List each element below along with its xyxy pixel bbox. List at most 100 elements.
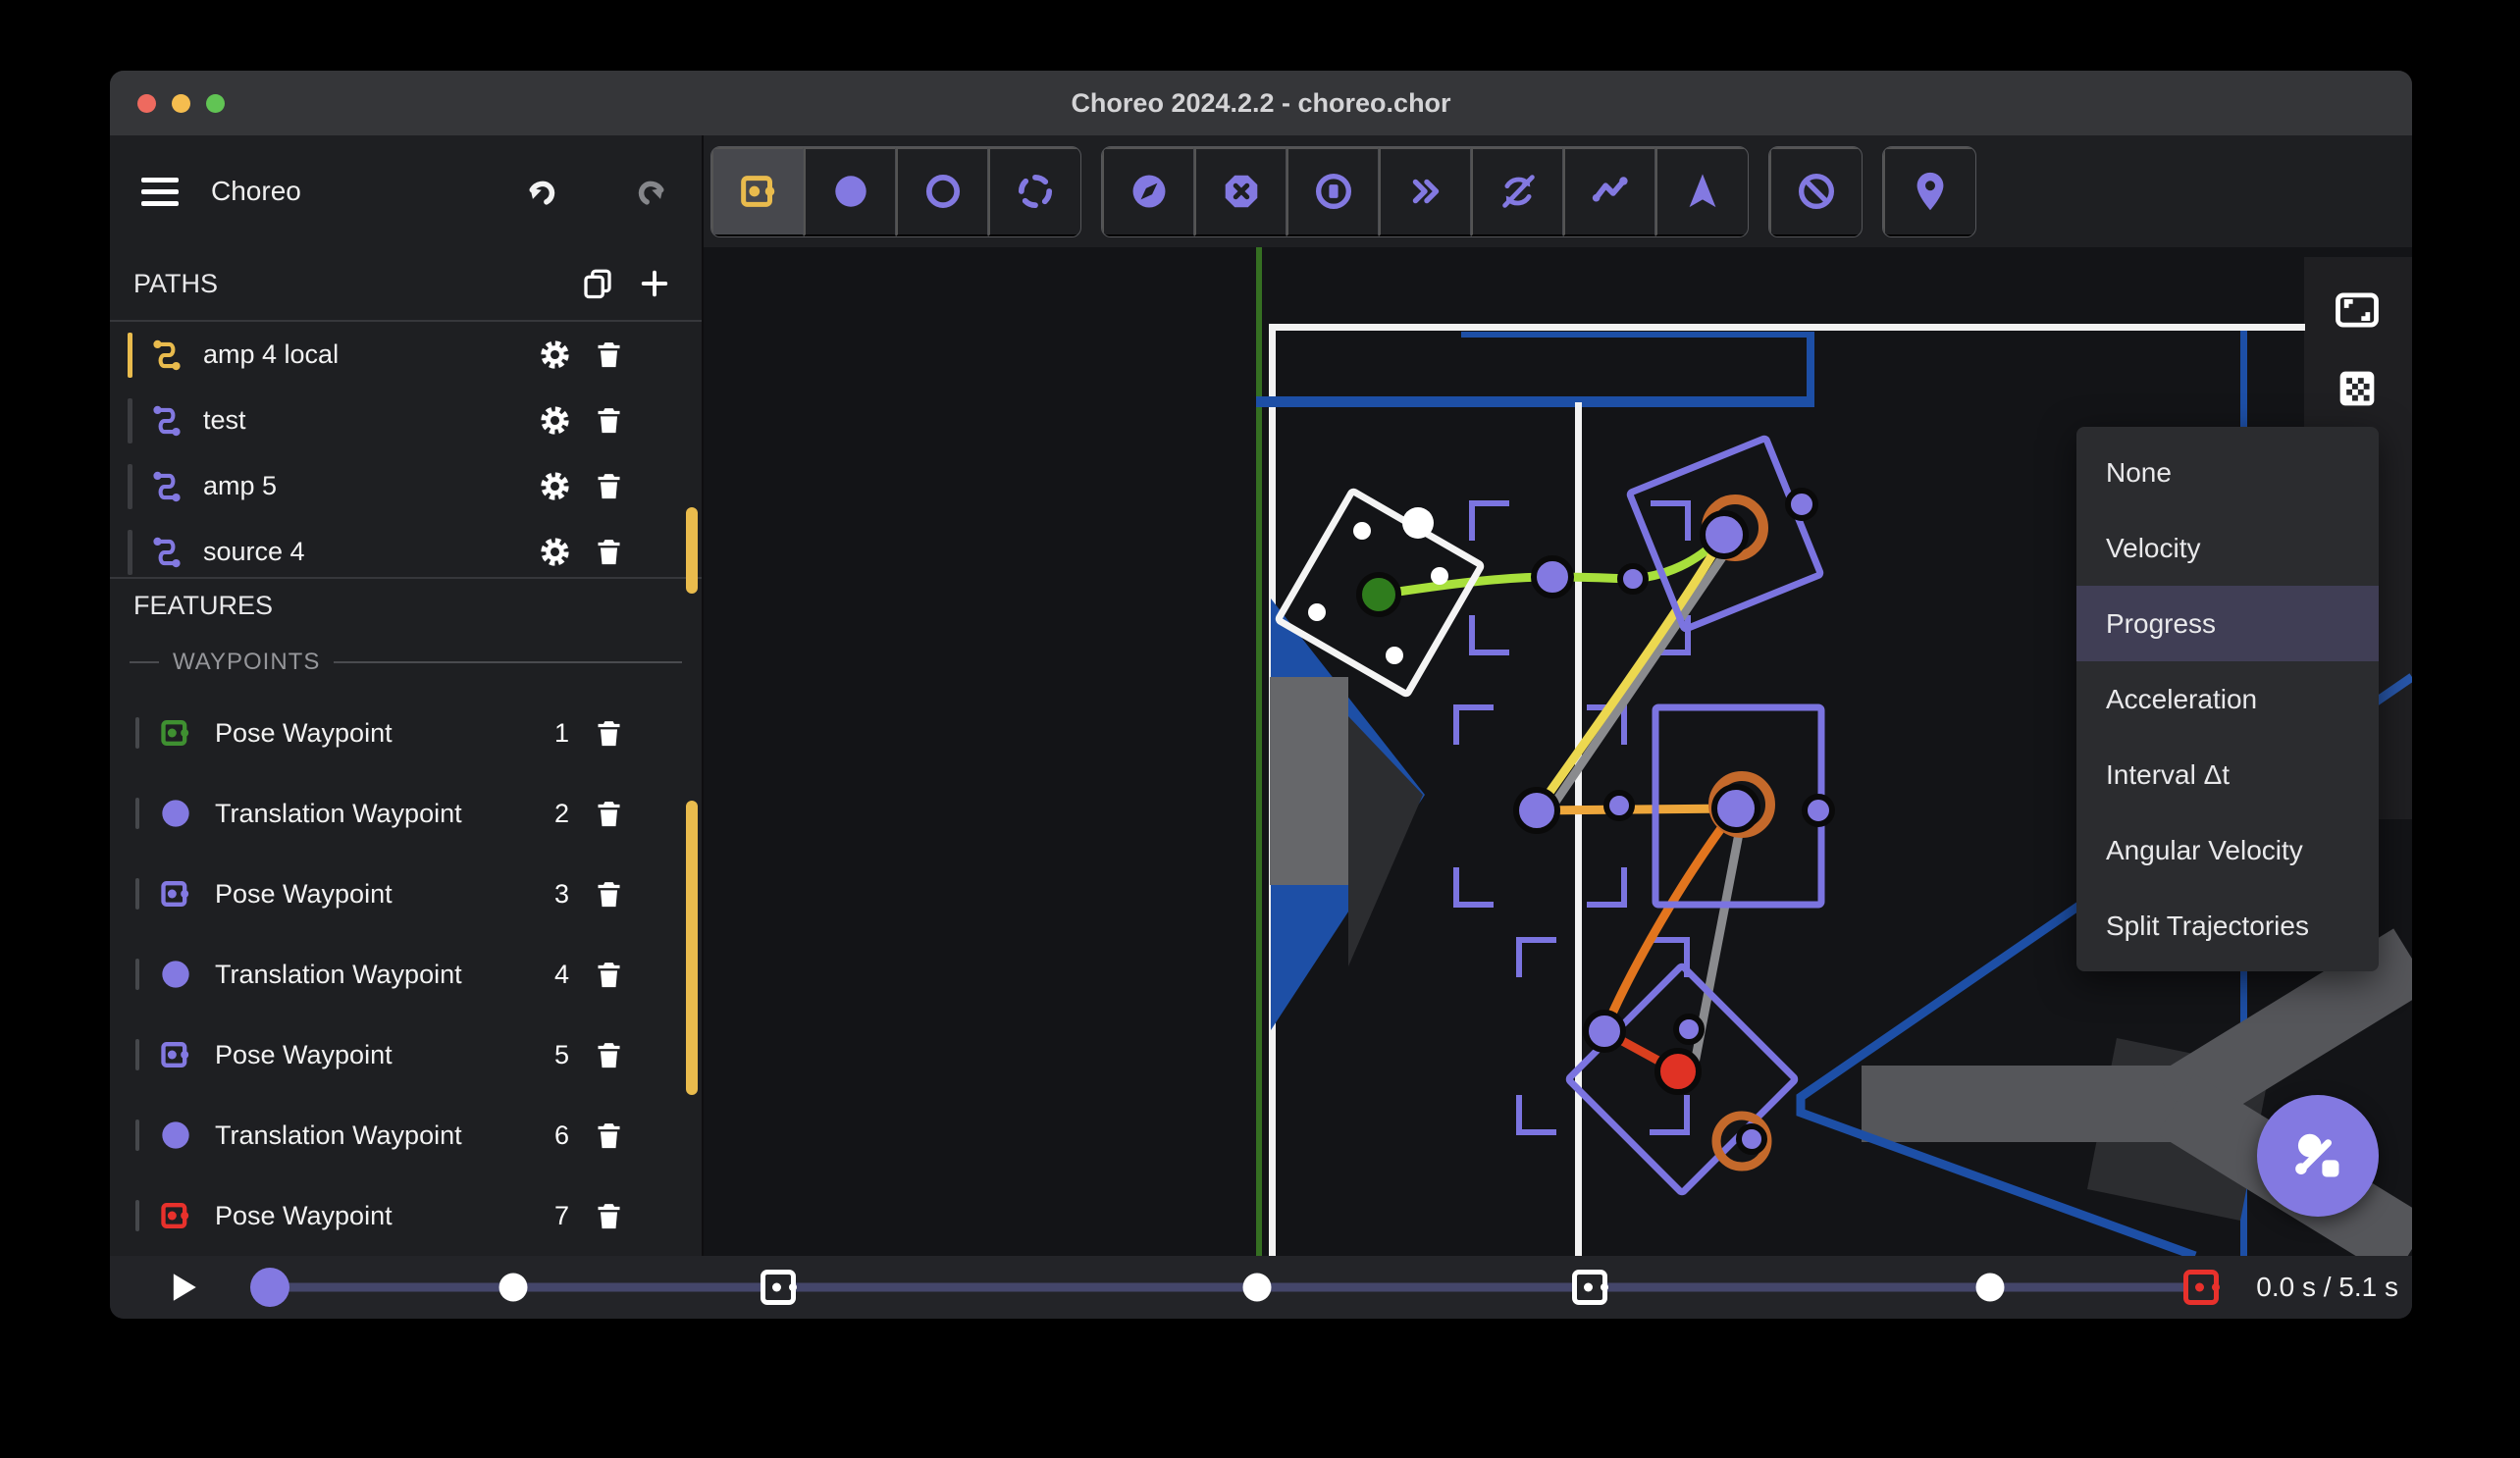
waypoint-delete-trash-icon[interactable]	[593, 959, 625, 991]
waypoint-mid-b[interactable]	[1603, 790, 1635, 821]
waypoint-row[interactable]: Pose Waypoint 3	[110, 854, 702, 934]
timeline-marker[interactable]	[1242, 1273, 1272, 1302]
redo-button[interactable]	[625, 164, 680, 219]
drag-handle[interactable]	[135, 959, 139, 990]
waypoint-delete-trash-icon[interactable]	[593, 717, 625, 750]
path-settings-gear-icon[interactable]	[539, 536, 571, 568]
waypoint-mid-a[interactable]	[1617, 563, 1649, 595]
stop-point-tool-button[interactable]	[1194, 146, 1286, 236]
undo-button[interactable]	[513, 164, 568, 219]
no-rotation-tool-button[interactable]	[1471, 146, 1563, 236]
close-window-button[interactable]	[137, 93, 156, 113]
waypoint-row[interactable]: Pose Waypoint 5	[110, 1015, 702, 1095]
waypoint-row[interactable]: Translation Waypoint 4	[110, 934, 702, 1015]
timeline-marker[interactable]	[499, 1273, 528, 1302]
timeline-marker[interactable]	[761, 1270, 796, 1305]
menu-hamburger-icon[interactable]	[141, 177, 179, 206]
timeline-track[interactable]	[257, 1282, 2210, 1292]
path-settings-gear-icon[interactable]	[539, 338, 571, 371]
path-row[interactable]: test	[110, 388, 702, 453]
translation-waypoint-icon	[834, 176, 866, 207]
waypoint-delete-trash-icon[interactable]	[593, 1200, 625, 1232]
waypoint-row[interactable]: Translation Waypoint 2	[110, 773, 702, 854]
waypoint-6[interactable]	[1583, 1010, 1626, 1053]
path-delete-trash-icon[interactable]	[593, 536, 625, 568]
features-scrollbar[interactable]	[686, 801, 698, 1095]
waypoint-row[interactable]: Pose Waypoint 1	[110, 693, 702, 773]
waypoint-index: 5	[553, 1039, 569, 1069]
menu-item[interactable]: Split Trajectories	[2076, 888, 2379, 963]
timeline-marker[interactable]	[250, 1268, 289, 1307]
timeline[interactable]: 0.0 s / 5.1 s	[110, 1256, 2412, 1319]
menu-item[interactable]: None	[2076, 435, 2379, 510]
waypoint-5-heading-handle[interactable]	[1802, 794, 1835, 827]
waypoint-delete-trash-icon[interactable]	[593, 1120, 625, 1152]
timeline-marker[interactable]	[1975, 1273, 2005, 1302]
menu-item[interactable]: Acceleration	[2076, 661, 2379, 737]
canvas-toolbar	[704, 135, 2412, 247]
drag-handle[interactable]	[135, 1120, 139, 1151]
drag-handle[interactable]	[135, 1039, 139, 1070]
waypoint-2[interactable]	[1531, 555, 1574, 599]
generate-path-fab[interactable]	[2257, 1095, 2379, 1217]
waypoint-delete-trash-icon[interactable]	[593, 798, 625, 830]
path-delete-trash-icon[interactable]	[593, 470, 625, 502]
waypoint-1-green[interactable]	[1356, 572, 1401, 617]
stop-circle-tool-button[interactable]	[1286, 146, 1379, 236]
path-selected-indicator	[128, 463, 132, 509]
path-delete-trash-icon[interactable]	[593, 338, 625, 371]
menu-item[interactable]: Progress	[2076, 586, 2379, 661]
waypoint-delete-trash-icon[interactable]	[593, 878, 625, 911]
pose-waypoint-icon	[740, 176, 774, 207]
paths-scrollbar[interactable]	[686, 507, 698, 594]
field-grid-toggle-button[interactable]	[2332, 363, 2383, 414]
waypoint-mid-c[interactable]	[1673, 1014, 1705, 1045]
timeline-marker[interactable]	[1572, 1270, 1607, 1305]
drag-handle[interactable]	[135, 1200, 139, 1231]
waypoint-7-red[interactable]	[1654, 1048, 1702, 1095]
translation-waypoint-icon	[162, 961, 189, 988]
route-icon	[153, 471, 181, 501]
desktop-background: Choreo 2024.2.2 - choreo.chor Choreo PAT…	[0, 0, 2520, 1458]
path-row[interactable]: amp 4 local	[110, 322, 702, 388]
initial-guess-waypoint-tool-button[interactable]	[988, 146, 1080, 236]
fit-to-view-button[interactable]	[2332, 285, 2383, 336]
max-velocity-tool-button[interactable]	[1379, 146, 1471, 236]
waypoint-4[interactable]	[1513, 787, 1560, 834]
waypoint-5-pose[interactable]	[1711, 784, 1760, 833]
waypoint-3-pose[interactable]	[1700, 510, 1749, 559]
keep-out-zone-tool-button[interactable]	[1769, 146, 1862, 236]
pose-waypoint-tool-button[interactable]	[711, 146, 804, 236]
drag-handle[interactable]	[135, 798, 139, 829]
path-settings-gear-icon[interactable]	[539, 470, 571, 502]
empty-waypoint-tool-button[interactable]	[896, 146, 988, 236]
translation-waypoint-tool-button[interactable]	[804, 146, 896, 236]
drag-handle[interactable]	[135, 878, 139, 910]
waypoint-row[interactable]: Translation Waypoint 6	[110, 1095, 702, 1175]
menu-item[interactable]: Interval Δt	[2076, 737, 2379, 812]
waypoint-row[interactable]: Pose Waypoint 7	[110, 1175, 702, 1256]
undo-icon	[529, 181, 555, 205]
menu-item[interactable]: Angular Velocity	[2076, 812, 2379, 888]
drag-handle[interactable]	[135, 717, 139, 749]
waypoint-delete-trash-icon[interactable]	[593, 1039, 625, 1071]
menu-item[interactable]: Velocity	[2076, 510, 2379, 586]
add-path-button[interactable]	[631, 260, 678, 307]
rotation-handle-start[interactable]	[1402, 507, 1434, 539]
path-settings-gear-icon[interactable]	[539, 404, 571, 437]
waypoint-velocity-tool-button[interactable]	[1102, 146, 1194, 236]
heading-tool-button[interactable]	[1655, 146, 1748, 236]
waypoint-3-heading-handle[interactable]	[1785, 488, 1818, 521]
path-row[interactable]: source 4	[110, 519, 702, 577]
zoom-window-button[interactable]	[206, 93, 225, 113]
duplicate-path-button[interactable]	[574, 260, 621, 307]
waypoint-7-heading-handle[interactable]	[1736, 1123, 1767, 1155]
field-canvas[interactable]: None Velocity Progress Acceleration Inte…	[704, 247, 2412, 1256]
titlebar[interactable]: Choreo 2024.2.2 - choreo.chor	[110, 71, 2412, 135]
straight-line-tool-button[interactable]	[1563, 146, 1655, 236]
timeline-marker[interactable]	[2183, 1270, 2219, 1305]
initial-guess-point-tool-button[interactable]	[1883, 146, 1975, 236]
path-delete-trash-icon[interactable]	[593, 404, 625, 437]
path-row[interactable]: amp 5	[110, 453, 702, 519]
minimize-window-button[interactable]	[172, 93, 190, 113]
